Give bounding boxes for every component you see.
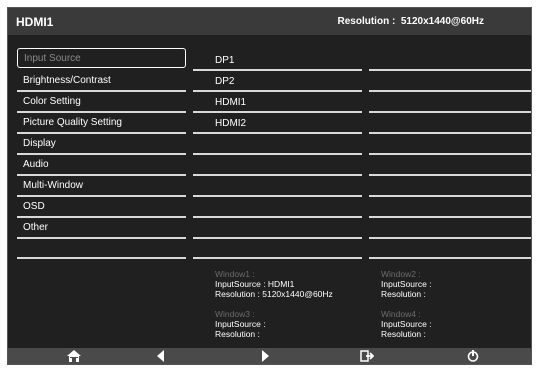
divider bbox=[17, 216, 186, 218]
divider bbox=[193, 111, 362, 113]
menu-item-osd[interactable]: OSD bbox=[17, 197, 186, 217]
divider bbox=[369, 132, 531, 134]
divider bbox=[369, 111, 531, 113]
right-arrow-icon[interactable] bbox=[258, 350, 272, 362]
window3-resolution: Resolution : bbox=[215, 329, 260, 339]
window1-input: InputSource : HDMI1 bbox=[215, 279, 295, 289]
divider bbox=[369, 257, 531, 259]
menu-item-label: Brightness/Contrast bbox=[23, 75, 111, 86]
window2-resolution: Resolution : bbox=[381, 289, 426, 299]
submenu-item-dp2[interactable]: DP2 bbox=[215, 76, 234, 87]
divider bbox=[193, 237, 362, 239]
menu-item-label: OSD bbox=[23, 201, 45, 212]
menu-item-label: Input Source bbox=[24, 53, 81, 64]
divider bbox=[193, 153, 362, 155]
divider bbox=[17, 237, 186, 239]
divider bbox=[193, 90, 362, 92]
window1-resolution: Resolution : 5120x1440@60Hz bbox=[215, 289, 333, 299]
submenu-item-hdmi1[interactable]: HDMI1 bbox=[215, 97, 246, 108]
divider bbox=[193, 257, 362, 259]
window4-resolution: Resolution : bbox=[381, 329, 426, 339]
menu-item-label: Multi-Window bbox=[23, 180, 84, 191]
header-bar: HDMI1 Resolution : 5120x1440@60Hz bbox=[8, 8, 531, 35]
divider bbox=[193, 216, 362, 218]
home-icon[interactable] bbox=[67, 350, 81, 362]
power-icon[interactable] bbox=[466, 350, 480, 362]
divider bbox=[369, 90, 531, 92]
exit-icon[interactable] bbox=[360, 350, 374, 362]
menu-item-label: Audio bbox=[23, 159, 49, 170]
menu-item-multi-window[interactable]: Multi-Window bbox=[17, 176, 186, 196]
footer-bar bbox=[8, 348, 531, 364]
window4-input: InputSource : bbox=[381, 319, 432, 329]
menu-item-brightness-contrast[interactable]: Brightness/Contrast bbox=[17, 71, 186, 91]
menu-item-label: Display bbox=[23, 138, 56, 149]
divider bbox=[369, 195, 531, 197]
osd-menu: HDMI1 Resolution : 5120x1440@60Hz Input … bbox=[7, 7, 532, 365]
window4-title: Window4 : bbox=[381, 309, 421, 319]
divider bbox=[193, 195, 362, 197]
divider bbox=[369, 153, 531, 155]
resolution-label: Resolution : 5120x1440@60Hz bbox=[337, 16, 484, 27]
window3-title: Window3 : bbox=[215, 309, 255, 319]
divider bbox=[369, 237, 531, 239]
window1-title: Window1 : bbox=[215, 269, 255, 279]
input-title: HDMI1 bbox=[16, 15, 54, 29]
menu-item-display[interactable]: Display bbox=[17, 134, 186, 154]
divider bbox=[369, 174, 531, 176]
window2-input: InputSource : bbox=[381, 279, 432, 289]
window3-info: Window3 : InputSource : Resolution : bbox=[215, 309, 266, 339]
submenu-item-dp1[interactable]: DP1 bbox=[215, 55, 234, 66]
left-arrow-icon[interactable] bbox=[154, 350, 168, 362]
menu-item-label: Other bbox=[23, 222, 49, 233]
window4-info: Window4 : InputSource : Resolution : bbox=[381, 309, 432, 339]
menu-item-input-source[interactable]: Input Source bbox=[17, 48, 186, 68]
menu-item-label: Picture Quality Setting bbox=[23, 117, 122, 128]
divider bbox=[17, 174, 186, 176]
divider bbox=[17, 195, 186, 197]
menu-item-label: Color Setting bbox=[23, 96, 81, 107]
divider bbox=[17, 132, 186, 134]
menu-item-other[interactable]: Other bbox=[17, 218, 186, 238]
divider bbox=[193, 174, 362, 176]
divider bbox=[193, 132, 362, 134]
divider bbox=[17, 111, 186, 113]
window2-info: Window2 : InputSource : Resolution : bbox=[381, 269, 432, 299]
divider bbox=[17, 257, 186, 259]
divider bbox=[193, 69, 362, 71]
divider bbox=[17, 153, 186, 155]
divider bbox=[369, 216, 531, 218]
divider bbox=[369, 69, 531, 71]
window1-info: Window1 : InputSource : HDMI1 Resolution… bbox=[215, 269, 333, 299]
menu-item-picture-quality[interactable]: Picture Quality Setting bbox=[17, 113, 186, 133]
menu-item-color-setting[interactable]: Color Setting bbox=[17, 92, 186, 112]
submenu-item-hdmi2[interactable]: HDMI2 bbox=[215, 118, 246, 129]
menu-item-audio[interactable]: Audio bbox=[17, 155, 186, 175]
divider bbox=[17, 90, 186, 92]
window2-title: Window2 : bbox=[381, 269, 421, 279]
window3-input: InputSource : bbox=[215, 319, 266, 329]
